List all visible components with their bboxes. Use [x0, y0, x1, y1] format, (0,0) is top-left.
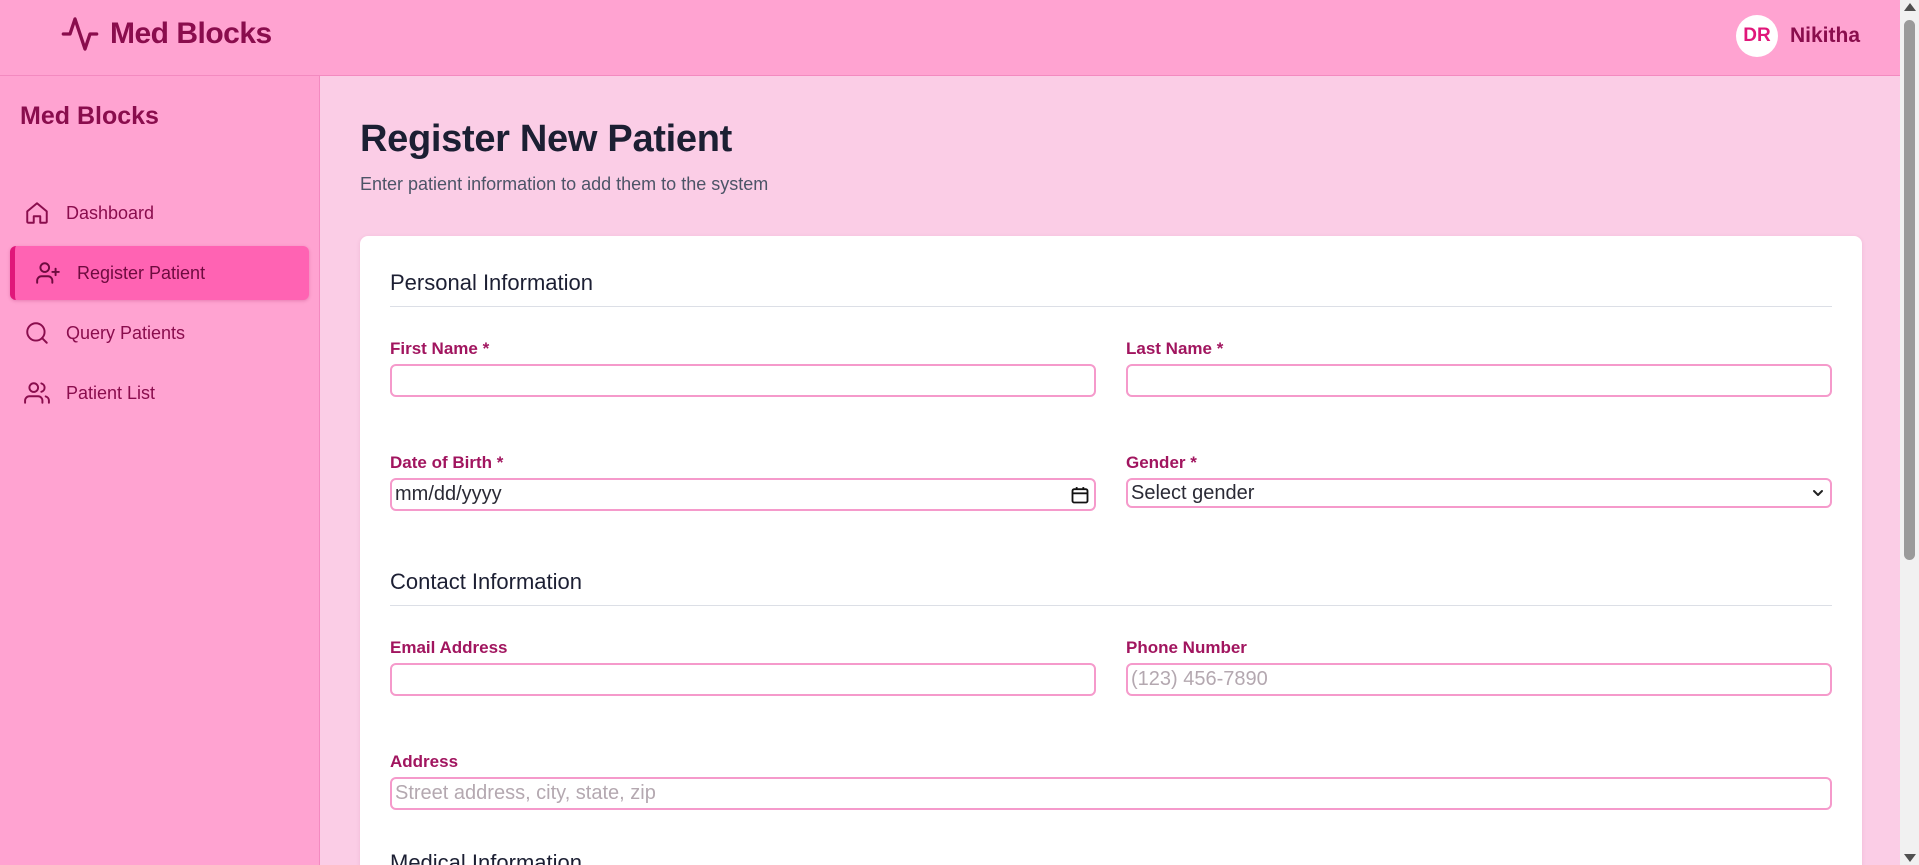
register-patient-form: Personal Information First Name * Last N…: [360, 236, 1862, 865]
email-field[interactable]: [390, 663, 1096, 696]
scroll-up-arrow-icon[interactable]: [1904, 3, 1916, 11]
sidebar-item-patient-list[interactable]: Patient List: [10, 366, 309, 420]
date-of-birth-placeholder: mm/dd/yyyy: [395, 483, 502, 505]
address-field[interactable]: [390, 777, 1832, 810]
brand-logo[interactable]: Med Blocks: [60, 14, 272, 54]
sidebar-nav: Dashboard Register Patient Query Patient…: [10, 186, 309, 426]
page-title: Register New Patient: [360, 118, 732, 160]
users-icon: [24, 382, 50, 404]
scroll-down-arrow-icon[interactable]: [1904, 854, 1916, 862]
avatar[interactable]: DR: [1735, 15, 1778, 57]
last-name-label: Last Name *: [1126, 339, 1224, 358]
section-title-personal: Personal Information: [390, 270, 593, 295]
home-icon: [26, 202, 48, 224]
date-of-birth-label: Date of Birth *: [390, 453, 504, 472]
calendar-icon[interactable]: [1070, 485, 1090, 505]
section-divider: [390, 605, 1832, 606]
sidebar-item-label: Dashboard: [66, 202, 155, 223]
section-title-medical: Medical Information: [390, 850, 582, 865]
sidebar-item-dashboard[interactable]: Dashboard: [10, 186, 309, 240]
phone-label: Phone Number: [1126, 638, 1247, 657]
sidebar-item-register-patient[interactable]: Register Patient: [10, 246, 309, 300]
user-menu[interactable]: DR Nikitha: [1735, 15, 1860, 57]
sidebar-item-label: Query Patients: [66, 322, 186, 343]
page-scrollbar[interactable]: [1900, 0, 1919, 865]
sidebar-item-label: Register Patient: [77, 262, 206, 283]
brand-name: Med Blocks: [110, 17, 272, 50]
top-navbar: Med Blocks DR Nikitha: [0, 0, 1900, 76]
search-icon: [26, 322, 48, 344]
chevron-down-icon: [1813, 490, 1823, 496]
gender-label: Gender *: [1126, 453, 1197, 472]
activity-icon: [61, 17, 99, 51]
first-name-field[interactable]: [390, 364, 1096, 397]
page-subtitle: Enter patient information to add them to…: [360, 174, 769, 194]
last-name-field[interactable]: [1126, 364, 1832, 397]
user-name[interactable]: Nikitha: [1790, 24, 1860, 48]
sidebar-title: Med Blocks: [20, 102, 159, 130]
user-plus-icon: [36, 262, 60, 284]
main-content: Register New Patient Enter patient infor…: [320, 76, 1900, 865]
phone-field[interactable]: [1126, 663, 1832, 696]
gender-select[interactable]: Select gender: [1126, 478, 1832, 508]
sidebar-item-label: Patient List: [66, 382, 156, 403]
sidebar-item-query-patients[interactable]: Query Patients: [10, 306, 309, 360]
sidebar: Med Blocks Dashboard Register Patient Qu…: [0, 76, 320, 865]
first-name-label: First Name *: [390, 339, 490, 358]
gender-selected-value: Select gender: [1131, 481, 1255, 504]
section-divider: [390, 306, 1832, 307]
address-label: Address: [390, 752, 459, 771]
scroll-thumb[interactable]: [1904, 20, 1915, 560]
section-title-contact: Contact Information: [390, 569, 582, 594]
email-label: Email Address: [390, 638, 508, 657]
date-of-birth-field[interactable]: mm/dd/yyyy: [390, 478, 1096, 511]
